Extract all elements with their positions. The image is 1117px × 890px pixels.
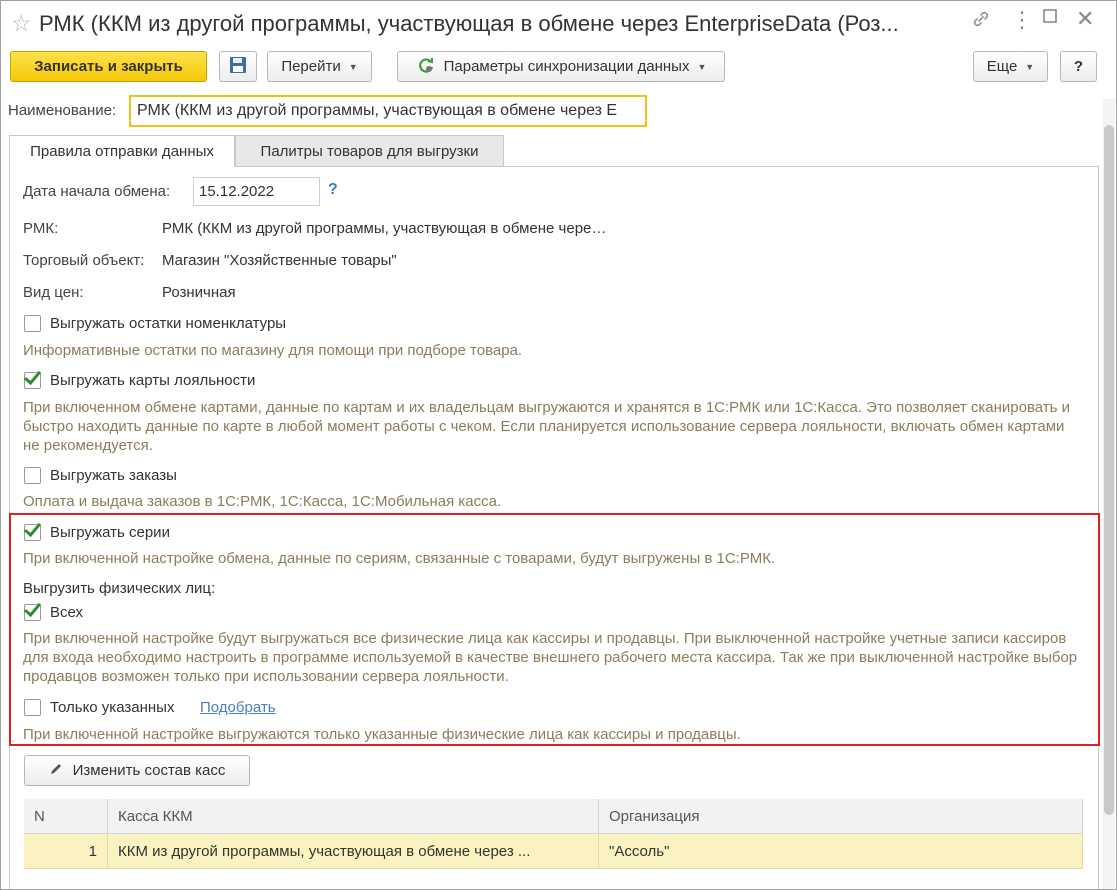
column-header-organization[interactable]: Организация	[598, 799, 1083, 834]
rmk-value[interactable]: РМК (ККМ из другой программы, участвующа…	[162, 220, 606, 237]
maximize-icon[interactable]	[1041, 7, 1059, 31]
store-label: Торговый объект:	[23, 252, 145, 269]
export-orders-checkbox[interactable]	[24, 467, 41, 484]
save-and-close-button[interactable]: Записать и закрыть	[10, 51, 207, 82]
vertical-scrollbar[interactable]	[1103, 99, 1115, 889]
form-window: ☆ РМК (ККМ из другой программы, участвую…	[0, 0, 1117, 890]
export-loyalty-checkbox[interactable]	[24, 372, 41, 389]
sync-params-button[interactable]: Параметры синхронизации данных ▼	[397, 51, 725, 82]
table-header-row: N Касса ККМ Организация	[24, 799, 1083, 834]
help-label: ?	[1073, 58, 1084, 75]
link-icon[interactable]	[971, 9, 991, 35]
export-stock-label[interactable]: Выгружать остатки номенклатуры	[50, 315, 286, 332]
floppy-disk-icon	[229, 56, 247, 78]
table-row[interactable]: 1 ККМ из другой программы, участвующая в…	[24, 833, 1083, 869]
store-value[interactable]: Магазин "Хозяйственные товары"	[162, 252, 397, 269]
favorite-star-icon[interactable]: ☆	[11, 10, 32, 37]
chevron-down-icon: ▼	[697, 61, 707, 72]
more-label: Еще	[986, 58, 1018, 75]
scrollbar-thumb[interactable]	[1104, 125, 1114, 815]
name-label: Наименование:	[8, 102, 117, 119]
help-button[interactable]: ?	[1060, 51, 1097, 82]
export-series-label[interactable]: Выгружать серии	[50, 524, 170, 541]
start-date-label: Дата начала обмена:	[23, 183, 171, 200]
export-stock-hint: Информативные остатки по магазину для по…	[23, 342, 523, 359]
persons-only-hint: При включенной настройке выгружаются тол…	[23, 726, 741, 743]
change-registers-label: Изменить состав касс	[72, 762, 226, 779]
save-and-close-label: Записать и закрыть	[34, 58, 183, 75]
cell-organization[interactable]: "Ассоль"	[598, 833, 1083, 869]
rmk-label: РМК:	[23, 220, 59, 237]
persons-all-hint: При включенной настройке будут выгружать…	[23, 630, 1078, 685]
goto-button[interactable]: Перейти ▼	[267, 51, 372, 82]
persons-only-checkbox[interactable]	[24, 699, 41, 716]
save-button[interactable]	[219, 51, 257, 82]
start-date-input[interactable]: 15.12.2022	[193, 177, 320, 206]
close-icon[interactable]: ✕	[1076, 6, 1094, 32]
change-registers-button[interactable]: Изменить состав касс	[24, 755, 250, 786]
export-series-hint: При включенной настройке обмена, данные …	[23, 550, 776, 567]
chevron-down-icon: ▼	[1025, 61, 1035, 72]
pencil-icon	[49, 762, 63, 780]
tab-send-rules-label: Правила отправки данных	[30, 142, 214, 160]
export-loyalty-hint: При включенном обмене картами, данные по…	[23, 399, 1071, 454]
start-date-help-icon[interactable]: ?	[328, 181, 338, 199]
chevron-down-icon: ▼	[348, 61, 358, 72]
cell-register[interactable]: ККМ из другой программы, участвующая в о…	[107, 833, 599, 869]
column-header-n[interactable]: N	[24, 799, 108, 834]
persons-only-label[interactable]: Только указанных	[50, 699, 174, 716]
more-button[interactable]: Еще ▼	[973, 51, 1048, 82]
tab-palettes-label: Палитры товаров для выгрузки	[260, 142, 479, 160]
tab-palettes[interactable]: Палитры товаров для выгрузки	[235, 135, 504, 167]
price-type-value[interactable]: Розничная	[162, 284, 236, 301]
registers-table: N Касса ККМ Организация 1 ККМ из другой …	[24, 799, 1083, 869]
cell-n[interactable]: 1	[24, 833, 108, 869]
persons-heading: Выгрузить физических лиц:	[23, 580, 216, 597]
column-header-register[interactable]: Касса ККМ	[107, 799, 599, 834]
menu-dots-icon[interactable]: ⋮	[1011, 7, 1033, 33]
name-input[interactable]: РМК (ККМ из другой программы, участвующа…	[129, 95, 647, 127]
tab-send-rules[interactable]: Правила отправки данных	[9, 135, 235, 167]
price-type-label: Вид цен:	[23, 284, 84, 301]
persons-all-checkbox[interactable]	[24, 604, 41, 621]
select-persons-link[interactable]: Подобрать	[200, 699, 276, 716]
export-stock-checkbox[interactable]	[24, 315, 41, 332]
sync-params-label: Параметры синхронизации данных	[443, 58, 690, 75]
export-orders-label[interactable]: Выгружать заказы	[50, 467, 177, 484]
export-loyalty-label[interactable]: Выгружать карты лояльности	[50, 372, 255, 389]
persons-all-label[interactable]: Всех	[50, 604, 83, 621]
window-title: РМК (ККМ из другой программы, участвующа…	[39, 11, 899, 36]
goto-label: Перейти	[281, 58, 341, 75]
export-orders-hint: Оплата и выдача заказов в 1С:РМК, 1С:Кас…	[23, 493, 502, 510]
sync-icon	[416, 55, 436, 79]
export-series-checkbox[interactable]	[24, 524, 41, 541]
